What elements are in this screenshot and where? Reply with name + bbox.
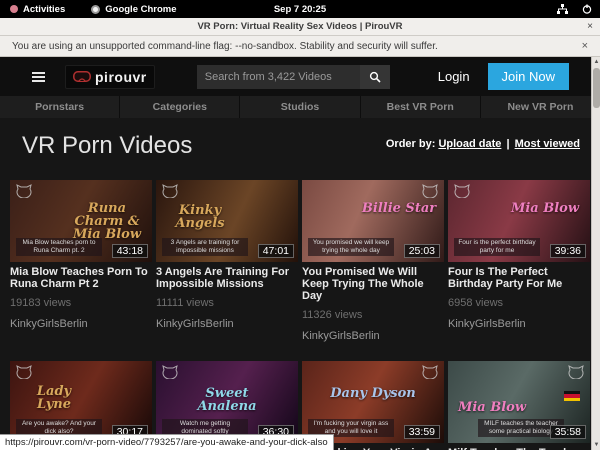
thumbnail-caption: Mia Blow teaches porn to Runa Charm pt. … <box>16 238 102 256</box>
video-card[interactable]: Runa Charm & Mia Blow Mia Blow teaches p… <box>10 180 152 342</box>
video-card[interactable]: Mia Blow Four is the perfect birthday pa… <box>448 180 590 342</box>
video-thumbnail[interactable]: Lady Lyne Are you awake? And your dick a… <box>10 361 152 443</box>
nav-item-new-vr-porn[interactable]: New VR Porn <box>481 96 600 118</box>
studio-cat-mask-icon <box>422 365 438 379</box>
site-viewport: pirouvr Login Join Now Pornstars Categor… <box>0 57 600 450</box>
thumbnail-caption: Four is the perfect birthday party for m… <box>454 238 540 256</box>
search-icon <box>369 71 381 83</box>
duration-badge: 47:01 <box>258 244 294 258</box>
infobar-message: You are using an unsupported command-lin… <box>12 41 438 52</box>
window-title: VR Porn: Virtual Reality Sex Videos | Pi… <box>0 21 600 32</box>
studio-link[interactable]: KinkyGirlsBerlin <box>156 318 298 330</box>
video-grid: Runa Charm & Mia Blow Mia Blow teaches p… <box>0 178 600 450</box>
window-close-button[interactable]: × <box>587 21 593 32</box>
order-by-separator: | <box>506 138 509 150</box>
thumbnail-overlay-text: Lady Lyne <box>18 385 90 411</box>
studio-cat-mask-icon <box>162 184 178 198</box>
thumbnail-overlay-text: Runa Charm & Mia Blow <box>68 202 146 241</box>
video-title[interactable]: Mia Blow Teaches Porn To Runa Charm Pt 2 <box>10 266 152 290</box>
nav-item-studios[interactable]: Studios <box>240 96 360 118</box>
page-header: VR Porn Videos Order by: Upload date | M… <box>0 118 600 178</box>
video-thumbnail[interactable]: Mia Blow MILF teaches the teacher some p… <box>448 361 590 443</box>
duration-badge: 35:58 <box>550 425 586 439</box>
studio-cat-mask-icon <box>16 184 32 198</box>
network-icon <box>557 4 568 14</box>
german-flag-icon <box>564 391 580 401</box>
thumbnail-caption: You promised we will keep trying the who… <box>308 238 394 256</box>
duration-badge: 43:18 <box>112 244 148 258</box>
order-by-controls: Order by: Upload date | Most viewed <box>386 138 580 150</box>
join-now-button[interactable]: Join Now <box>488 63 569 90</box>
login-button[interactable]: Login <box>438 69 470 84</box>
infobar-close-button[interactable]: × <box>582 40 588 52</box>
order-by-label: Order by: <box>386 138 436 150</box>
duration-badge: 39:36 <box>550 244 586 258</box>
clock[interactable]: Sep 7 20:25 <box>0 4 600 15</box>
system-top-bar: Activities Google Chrome Sep 7 20:25 <box>0 0 600 18</box>
thumbnail-overlay-text: Billie Star <box>360 202 438 215</box>
search-bar <box>197 65 390 89</box>
scrollbar-down-arrow[interactable]: ▼ <box>592 440 600 450</box>
thumbnail-overlay-text: Dany Dyson <box>328 387 418 400</box>
video-thumbnail[interactable]: Mia Blow Four is the perfect birthday pa… <box>448 180 590 262</box>
studio-cat-mask-icon <box>162 365 178 379</box>
video-title[interactable]: You Promised We Will Keep Trying The Who… <box>302 266 444 302</box>
studio-cat-mask-icon <box>422 184 438 198</box>
video-views: 11326 views <box>302 309 444 321</box>
thumbnail-overlay-text: Sweet Analena <box>182 387 272 413</box>
page-title: VR Porn Videos <box>22 132 192 160</box>
video-title[interactable]: 3 Angels Are Training For Impossible Mis… <box>156 266 298 290</box>
video-thumbnail[interactable]: Dany Dyson I'm fucking your virgin ass a… <box>302 361 444 443</box>
nav-item-best-vr-porn[interactable]: Best VR Porn <box>361 96 481 118</box>
order-by-upload-date-link[interactable]: Upload date <box>438 138 501 150</box>
studio-cat-mask-icon <box>16 365 32 379</box>
order-by-most-viewed-link[interactable]: Most viewed <box>515 138 580 150</box>
video-thumbnail[interactable]: Billie Star You promised we will keep tr… <box>302 180 444 262</box>
site-logo[interactable]: pirouvr <box>65 65 155 89</box>
link-target-status-bar: https://pirouvr.com/vr-porn-video/779325… <box>0 434 334 450</box>
thumbnail-overlay-text: Mia Blow <box>456 401 528 414</box>
video-card[interactable]: Mia Blow MILF teaches the teacher some p… <box>448 361 590 450</box>
site-header: pirouvr Login Join Now <box>0 57 600 96</box>
studio-cat-mask-icon <box>568 365 584 379</box>
video-title[interactable]: Four Is The Perfect Birthday Party For M… <box>448 266 590 290</box>
main-nav: Pornstars Categories Studios Best VR Por… <box>0 96 600 118</box>
duration-badge: 25:03 <box>404 244 440 258</box>
video-views: 6958 views <box>448 297 590 309</box>
thumbnail-overlay-text: Mia Blow <box>506 202 584 215</box>
search-input[interactable] <box>197 65 360 89</box>
video-thumbnail[interactable]: Sweet Analena Watch me getting dominated… <box>156 361 298 443</box>
video-thumbnail[interactable]: Runa Charm & Mia Blow Mia Blow teaches p… <box>10 180 152 262</box>
studio-link[interactable]: KinkyGirlsBerlin <box>302 330 444 342</box>
power-icon[interactable] <box>582 4 592 14</box>
video-views: 19183 views <box>10 297 152 309</box>
video-card[interactable]: Kinky Angels 3 Angels are training for i… <box>156 180 298 342</box>
chrome-infobar: You are using an unsupported command-lin… <box>0 36 600 57</box>
menu-hamburger-icon[interactable] <box>32 72 45 82</box>
video-views: 11111 views <box>156 297 298 309</box>
thumbnail-caption: 3 Angels are training for impossible mis… <box>162 238 248 256</box>
video-card[interactable]: Billie Star You promised we will keep tr… <box>302 180 444 342</box>
scrollbar-up-arrow[interactable]: ▲ <box>592 57 600 67</box>
studio-link[interactable]: KinkyGirlsBerlin <box>448 318 590 330</box>
duration-badge: 33:59 <box>404 425 440 439</box>
vr-goggles-icon <box>73 71 91 82</box>
video-thumbnail[interactable]: Kinky Angels 3 Angels are training for i… <box>156 180 298 262</box>
thumbnail-overlay-text: Kinky Angels <box>164 204 236 230</box>
nav-item-categories[interactable]: Categories <box>120 96 240 118</box>
scrollbar-thumb[interactable] <box>593 68 600 108</box>
studio-link[interactable]: KinkyGirlsBerlin <box>10 318 152 330</box>
window-titlebar: VR Porn: Virtual Reality Sex Videos | Pi… <box>0 18 600 36</box>
logo-text: pirouvr <box>95 69 147 85</box>
nav-item-pornstars[interactable]: Pornstars <box>0 96 120 118</box>
page-scrollbar[interactable]: ▲ ▼ <box>591 57 600 450</box>
search-button[interactable] <box>360 65 390 89</box>
studio-cat-mask-icon <box>454 184 470 198</box>
